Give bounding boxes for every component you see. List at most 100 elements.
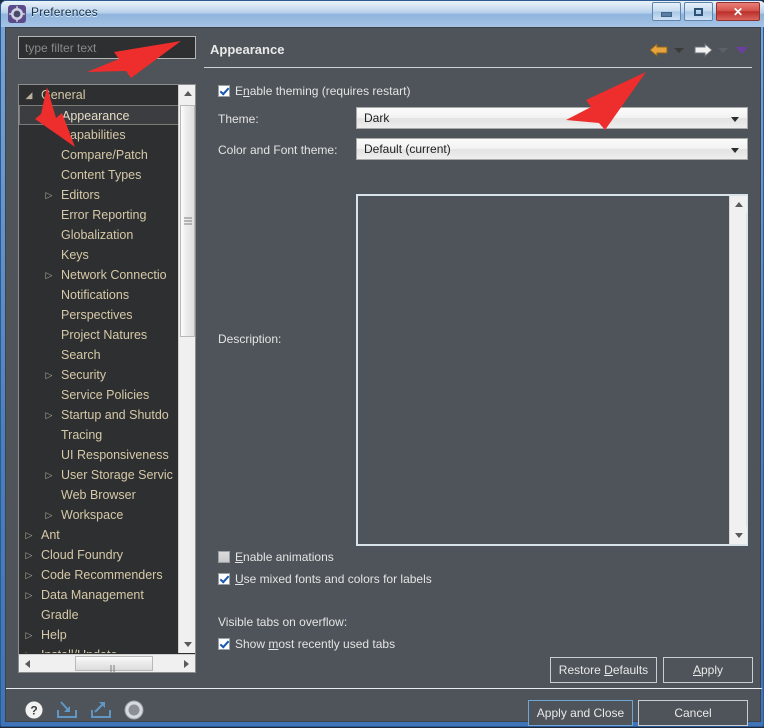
triangle-right-icon[interactable]: ▷: [43, 405, 55, 425]
tree-item-content-types[interactable]: Content Types: [19, 165, 179, 185]
triangle-right-icon[interactable]: ▷: [23, 525, 35, 545]
tree-vertical-scrollbar[interactable]: [178, 85, 195, 653]
description-scroll-down-button[interactable]: [730, 527, 747, 544]
theme-combo[interactable]: Dark: [356, 107, 748, 129]
enable-animations-checkbox[interactable]: [218, 551, 230, 563]
tree-item-capabilities[interactable]: Capabilities: [19, 125, 179, 145]
chevron-down-icon: [183, 642, 192, 647]
import-icon[interactable]: [56, 700, 78, 725]
arrow-left-icon[interactable]: [649, 42, 668, 63]
triangle-right-icon[interactable]: ▷: [23, 585, 35, 605]
triangle-right-icon[interactable]: ▷: [43, 505, 55, 525]
triangle-right-icon[interactable]: ▷: [43, 465, 55, 485]
tree-item-keys[interactable]: Keys: [19, 245, 179, 265]
tree-item-label: Gradle: [41, 608, 79, 622]
forward-history-chevron-down-icon: [718, 48, 728, 53]
triangle-right-icon[interactable]: ▷: [23, 545, 35, 565]
tree-scroll-down-button[interactable]: [179, 636, 195, 653]
svg-text:?: ?: [30, 704, 37, 718]
triangle-right-icon[interactable]: ▷: [43, 265, 55, 285]
tree-item-label: Help: [41, 628, 67, 642]
arrow-right-icon[interactable]: [694, 42, 713, 63]
tree-item-globalization[interactable]: Globalization: [19, 225, 179, 245]
tree-item-label: Keys: [61, 248, 89, 262]
tree-item-code-recommenders[interactable]: ▷ Code Recommenders: [19, 565, 179, 585]
tree-item-service-policies[interactable]: Service Policies: [19, 385, 179, 405]
tree-item-label: Capabilities: [61, 128, 126, 142]
minimize-button[interactable]: [652, 2, 681, 21]
tree-item-error-reporting[interactable]: Error Reporting: [19, 205, 179, 225]
triangle-right-icon[interactable]: ▷: [43, 185, 55, 205]
tree-item-gradle[interactable]: Gradle: [19, 605, 179, 625]
tree-no-twisty: [43, 225, 55, 245]
chevron-right-icon: [184, 659, 189, 668]
triangle-right-icon[interactable]: ▷: [23, 645, 35, 653]
tree-item-label: Service Policies: [61, 388, 150, 402]
enable-animations-checkbox-row[interactable]: Enable animations: [218, 550, 334, 564]
enable-theming-checkbox-row[interactable]: Enable theming (requires restart): [218, 84, 410, 98]
filter-input[interactable]: [18, 36, 196, 59]
triangle-down-icon[interactable]: ◢: [23, 85, 35, 105]
tree-item-ui-responsiveness[interactable]: UI Responsiveness: [19, 445, 179, 465]
triangle-right-icon[interactable]: ▷: [43, 365, 55, 385]
tree-scrollbar-thumb[interactable]: [180, 105, 195, 337]
tree-item-compare-patch[interactable]: Compare/Patch: [19, 145, 179, 165]
tree-item-notifications[interactable]: Notifications: [19, 285, 179, 305]
description-scroll-up-button[interactable]: [730, 196, 747, 213]
description-textarea[interactable]: [356, 194, 748, 546]
tree-item-workspace[interactable]: ▷ Workspace: [19, 505, 179, 525]
tree-item-ant[interactable]: ▷ Ant: [19, 525, 179, 545]
back-history-chevron-down-icon[interactable]: [674, 48, 684, 53]
tree-item-install-update[interactable]: ▷ Install/Update: [19, 645, 179, 653]
show-mru-tabs-checkbox[interactable]: [218, 638, 230, 650]
scrollbar-grip-icon: [110, 660, 118, 672]
triangle-right-icon[interactable]: ▷: [23, 565, 35, 585]
tree-item-search[interactable]: Search: [19, 345, 179, 365]
enable-theming-checkbox[interactable]: [218, 85, 230, 97]
tree-item-general[interactable]: ◢ General: [19, 85, 179, 105]
settings-icon[interactable]: [124, 700, 144, 725]
tree-item-project-natures[interactable]: Project Natures: [19, 325, 179, 345]
mixed-fonts-checkbox-row[interactable]: Use mixed fonts and colors for labels: [218, 572, 432, 586]
chevron-down-icon: [731, 148, 739, 153]
tree-item-user-storage-servic[interactable]: ▷ User Storage Servic: [19, 465, 179, 485]
help-icon[interactable]: ?: [24, 700, 44, 725]
mixed-fonts-checkbox[interactable]: [218, 573, 230, 585]
tree-item-appearance[interactable]: ▷ Appearance: [19, 105, 179, 125]
apply-and-close-button[interactable]: Apply and Close: [528, 700, 633, 726]
tree-horizontal-scrollbar[interactable]: [19, 654, 195, 672]
triangle-right-icon[interactable]: ▷: [44, 106, 56, 126]
tree-item-help[interactable]: ▷ Help: [19, 625, 179, 645]
tree-item-perspectives[interactable]: Perspectives: [19, 305, 179, 325]
tree-item-cloud-foundry[interactable]: ▷ Cloud Foundry: [19, 545, 179, 565]
tree-scroll-right-button[interactable]: [178, 655, 195, 672]
color-font-theme-combo[interactable]: Default (current): [356, 138, 748, 160]
window-titlebar: Preferences ✕: [1, 1, 764, 27]
view-menu-chevron-down-icon[interactable]: [736, 47, 748, 54]
tree-item-editors[interactable]: ▷ Editors: [19, 185, 179, 205]
cancel-button[interactable]: Cancel: [638, 700, 748, 726]
footer-separator: [6, 688, 762, 689]
maximize-button[interactable]: [684, 2, 713, 21]
description-vertical-scrollbar[interactable]: [729, 196, 747, 544]
close-button[interactable]: ✕: [716, 2, 760, 21]
tree-item-network-connectio[interactable]: ▷ Network Connectio: [19, 265, 179, 285]
tree-item-startup-and-shutdo[interactable]: ▷ Startup and Shutdo: [19, 405, 179, 425]
tree-item-label: UI Responsiveness: [61, 448, 169, 462]
apply-button[interactable]: Apply: [663, 657, 753, 683]
show-mru-tabs-checkbox-row[interactable]: Show most recently used tabs: [218, 637, 395, 651]
tree-scroll-left-button[interactable]: [19, 655, 36, 672]
export-icon[interactable]: [90, 700, 112, 725]
tree-item-tracing[interactable]: Tracing: [19, 425, 179, 445]
tree-hscrollbar-thumb[interactable]: [75, 656, 153, 672]
tree-item-data-management[interactable]: ▷ Data Management: [19, 585, 179, 605]
restore-defaults-button[interactable]: Restore Defaults: [550, 657, 657, 683]
tree-item-web-browser[interactable]: Web Browser: [19, 485, 179, 505]
tree-no-twisty: [43, 345, 55, 365]
tree-scroll-up-button[interactable]: [179, 85, 195, 102]
tree-item-label: User Storage Servic: [61, 468, 173, 482]
page-header: Appearance: [204, 36, 752, 68]
triangle-right-icon[interactable]: ▷: [23, 625, 35, 645]
tree-item-security[interactable]: ▷ Security: [19, 365, 179, 385]
chevron-left-icon: [25, 659, 30, 668]
